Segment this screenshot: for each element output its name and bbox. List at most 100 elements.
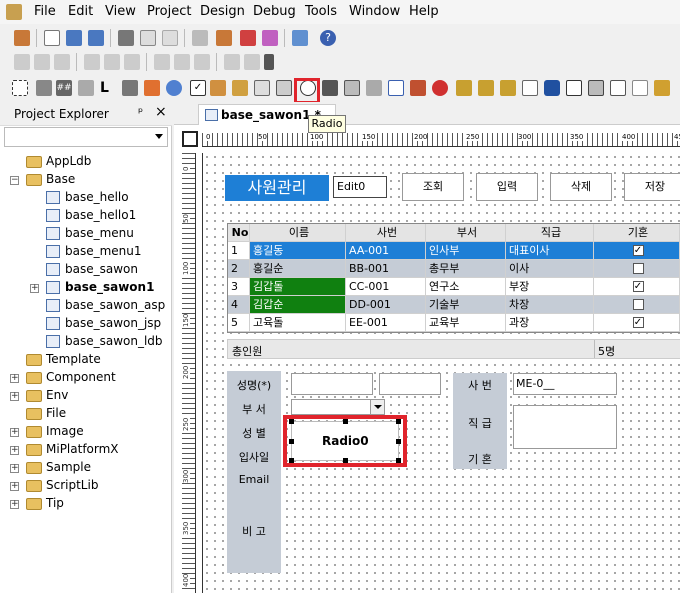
space-v-icon[interactable] bbox=[244, 54, 260, 70]
edit-tool-icon[interactable]: ## bbox=[56, 80, 72, 96]
tree-expander-icon[interactable]: + bbox=[10, 374, 19, 383]
tree-item[interactable]: base_menu1 bbox=[46, 244, 142, 262]
married-checkbox[interactable]: ✓ bbox=[632, 280, 644, 292]
resize-handle[interactable] bbox=[396, 419, 401, 424]
tree-item[interactable]: File bbox=[26, 406, 66, 424]
tree-item[interactable]: base_sawon_ldb bbox=[46, 334, 163, 352]
pin-panel-icon[interactable]: ᵖ bbox=[138, 105, 143, 119]
tree-expander-icon[interactable]: + bbox=[30, 284, 39, 293]
grid-cell[interactable]: 과장 bbox=[506, 314, 594, 332]
menu-view[interactable]: View bbox=[105, 4, 136, 19]
treeview-tool-icon[interactable] bbox=[456, 80, 472, 96]
run-icon[interactable] bbox=[240, 30, 256, 46]
grid-cell[interactable]: 기술부 bbox=[426, 296, 506, 314]
dept-combo[interactable] bbox=[291, 399, 385, 415]
scroll-tool-icon[interactable] bbox=[566, 80, 582, 96]
grid-cell[interactable]: 총무부 bbox=[426, 260, 506, 278]
tools-icon[interactable] bbox=[292, 30, 308, 46]
list-tool-icon[interactable] bbox=[254, 80, 270, 96]
tree-item[interactable]: base_sawon_asp bbox=[46, 298, 165, 316]
resize-handle[interactable] bbox=[396, 458, 401, 463]
tree-item[interactable]: base_hello bbox=[46, 190, 129, 208]
menu-debug[interactable]: Debug bbox=[253, 4, 296, 19]
div-tool-icon[interactable] bbox=[344, 80, 360, 96]
tree-item[interactable]: ScriptLib bbox=[26, 478, 98, 496]
tree-item[interactable]: base_sawon1 bbox=[46, 280, 154, 298]
grid-cell[interactable]: EE-001 bbox=[346, 314, 426, 332]
grid-cell[interactable]: 홍길순 bbox=[250, 260, 346, 278]
image-tool-icon[interactable] bbox=[144, 80, 160, 96]
grid-header-cell[interactable]: No bbox=[228, 224, 250, 242]
grid-cell[interactable]: 차장 bbox=[506, 296, 594, 314]
grid-cell[interactable]: 고육돌 bbox=[250, 314, 346, 332]
split-tool-icon[interactable] bbox=[588, 80, 604, 96]
pin-icon[interactable] bbox=[264, 54, 274, 70]
tree-expander-icon[interactable]: + bbox=[10, 500, 19, 509]
tree-item[interactable]: Sample bbox=[26, 460, 91, 478]
spin-tool-icon[interactable] bbox=[276, 80, 292, 96]
search-button[interactable]: 조회 bbox=[402, 173, 464, 201]
menu-tools[interactable]: Tools bbox=[305, 4, 337, 19]
edit0-field[interactable]: Edit0 bbox=[333, 176, 387, 198]
tree-expander-icon[interactable]: + bbox=[10, 446, 19, 455]
flash-tool-icon[interactable] bbox=[544, 80, 560, 96]
label-tool-icon[interactable]: L bbox=[100, 80, 116, 96]
resize-handle[interactable] bbox=[343, 419, 348, 424]
align-left-icon[interactable] bbox=[14, 54, 30, 70]
align-top-icon[interactable] bbox=[84, 54, 100, 70]
grid-cell[interactable]: 연구소 bbox=[426, 278, 506, 296]
grid-cell-married[interactable] bbox=[594, 260, 680, 278]
static-tool-icon[interactable] bbox=[78, 80, 94, 96]
grid-cell[interactable]: 인사부 bbox=[426, 242, 506, 260]
resize-handle[interactable] bbox=[396, 439, 401, 444]
married-checkbox[interactable]: ✓ bbox=[632, 244, 644, 256]
grid-cell[interactable]: CC-001 bbox=[346, 278, 426, 296]
tree-item[interactable]: base_menu bbox=[46, 226, 134, 244]
new-file-icon[interactable] bbox=[44, 30, 60, 46]
save-button[interactable]: 저장 bbox=[624, 173, 680, 201]
tree-item[interactable]: Env bbox=[26, 388, 68, 406]
align-center-icon[interactable] bbox=[34, 54, 50, 70]
tree-expander-icon[interactable]: − bbox=[10, 176, 19, 185]
rank-field[interactable] bbox=[513, 405, 617, 449]
tab-tool-icon[interactable] bbox=[322, 80, 338, 96]
textarea-tool-icon[interactable] bbox=[610, 80, 626, 96]
menu-tool-icon[interactable] bbox=[410, 80, 426, 96]
grid-header-cell[interactable]: 이름 bbox=[250, 224, 346, 242]
tree-expander-icon[interactable]: + bbox=[10, 428, 19, 437]
name-field-2[interactable] bbox=[379, 373, 441, 395]
grid-cell[interactable]: DD-001 bbox=[346, 296, 426, 314]
file-tool-icon[interactable] bbox=[654, 80, 670, 96]
menu-help[interactable]: Help bbox=[409, 4, 439, 19]
project-combo[interactable] bbox=[4, 127, 168, 147]
graph-tool-icon[interactable] bbox=[500, 80, 516, 96]
grid-cell-married[interactable]: ✓ bbox=[594, 278, 680, 296]
insert-button[interactable]: 입력 bbox=[476, 173, 538, 201]
calendar-tool-icon[interactable] bbox=[366, 80, 382, 96]
grid-header-cell[interactable]: 기혼 bbox=[594, 224, 680, 242]
align-middle-icon[interactable] bbox=[104, 54, 120, 70]
tree-item[interactable]: Base bbox=[26, 172, 75, 190]
tree-item[interactable]: Component bbox=[26, 370, 116, 388]
resize-handle[interactable] bbox=[343, 458, 348, 463]
mask-tool-icon[interactable] bbox=[632, 80, 648, 96]
combo-tool-icon[interactable] bbox=[232, 80, 248, 96]
save-all-icon[interactable] bbox=[88, 30, 104, 46]
tree-expander-icon[interactable]: + bbox=[10, 482, 19, 491]
same-width-icon[interactable] bbox=[154, 54, 170, 70]
debug-icon[interactable] bbox=[262, 30, 278, 46]
grid-header-cell[interactable]: 직급 bbox=[506, 224, 594, 242]
grid-cell-married[interactable]: ✓ bbox=[594, 242, 680, 260]
delete-button[interactable]: 삭제 bbox=[550, 173, 612, 201]
menu-project[interactable]: Project bbox=[147, 4, 191, 19]
tree-item[interactable]: AppLdb bbox=[26, 154, 91, 172]
build-icon[interactable] bbox=[216, 30, 232, 46]
name-field-1[interactable] bbox=[291, 373, 373, 395]
grid-cell[interactable]: 홍길동 bbox=[250, 242, 346, 260]
align-bottom-icon[interactable] bbox=[124, 54, 140, 70]
grid-tool-icon[interactable] bbox=[36, 80, 52, 96]
sabun-field[interactable]: ME-0__ bbox=[513, 373, 617, 395]
cut-icon[interactable] bbox=[118, 30, 134, 46]
new-project-icon[interactable] bbox=[14, 30, 30, 46]
menu-design[interactable]: Design bbox=[200, 4, 245, 19]
